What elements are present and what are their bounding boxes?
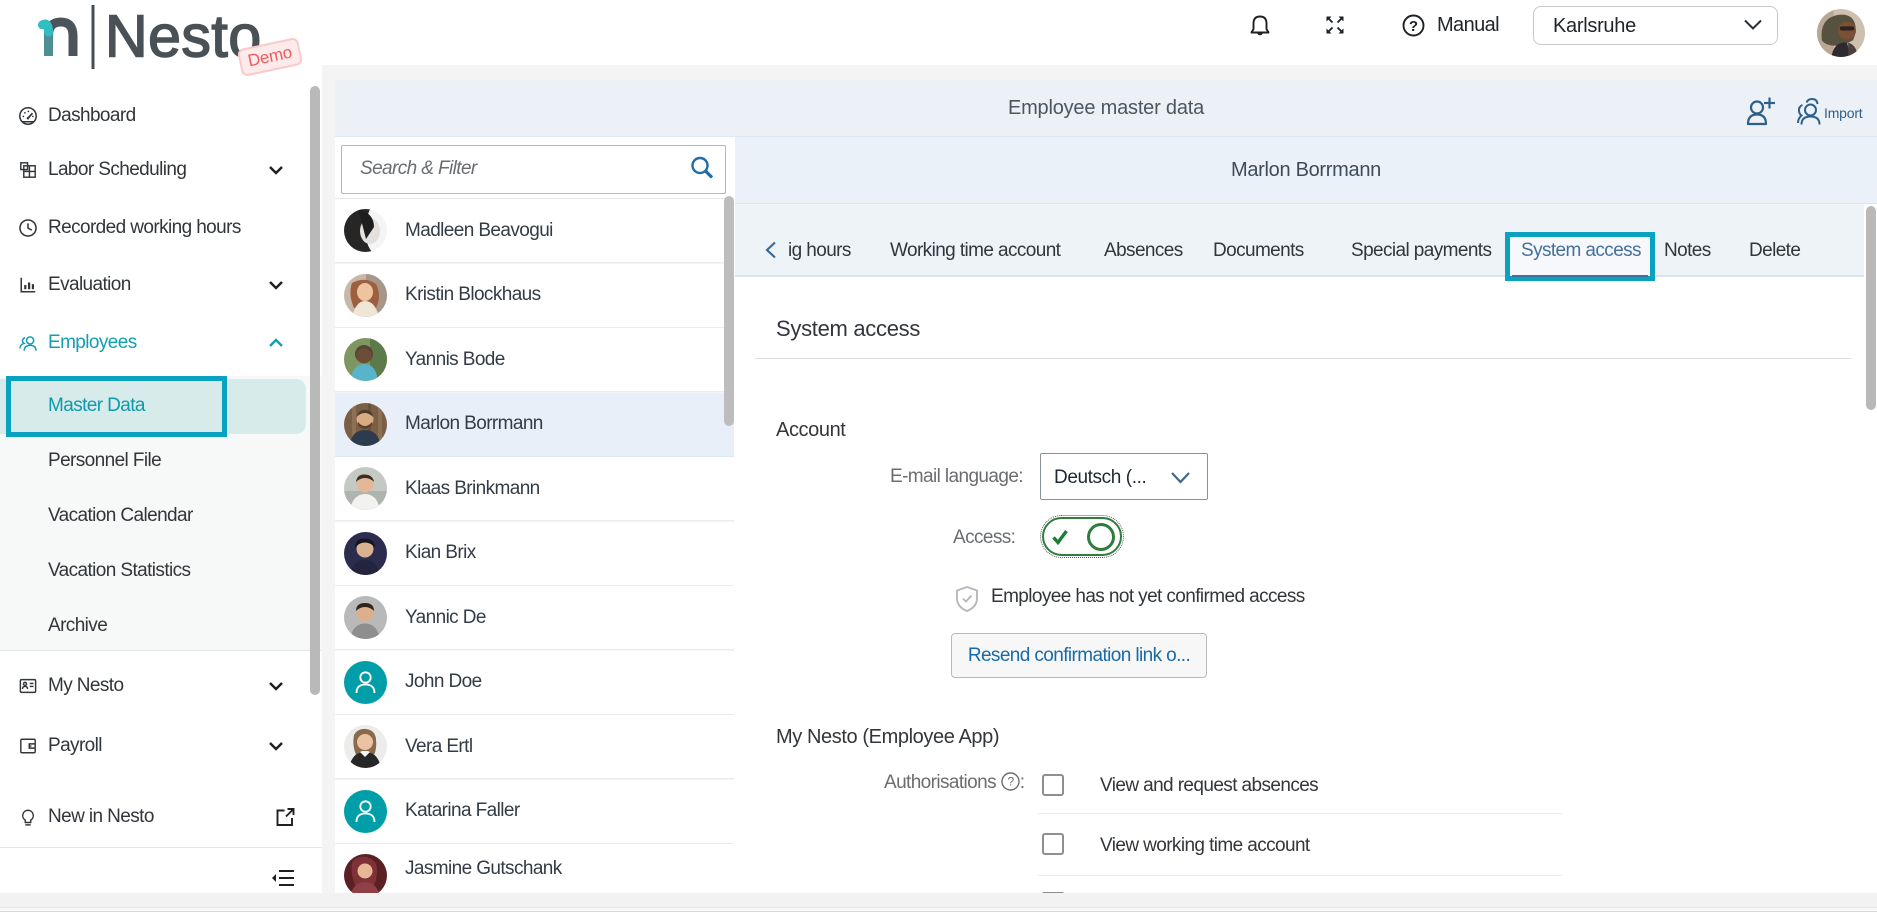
svg-text:?: ? xyxy=(1007,775,1014,789)
svg-text:?: ? xyxy=(1409,18,1418,35)
